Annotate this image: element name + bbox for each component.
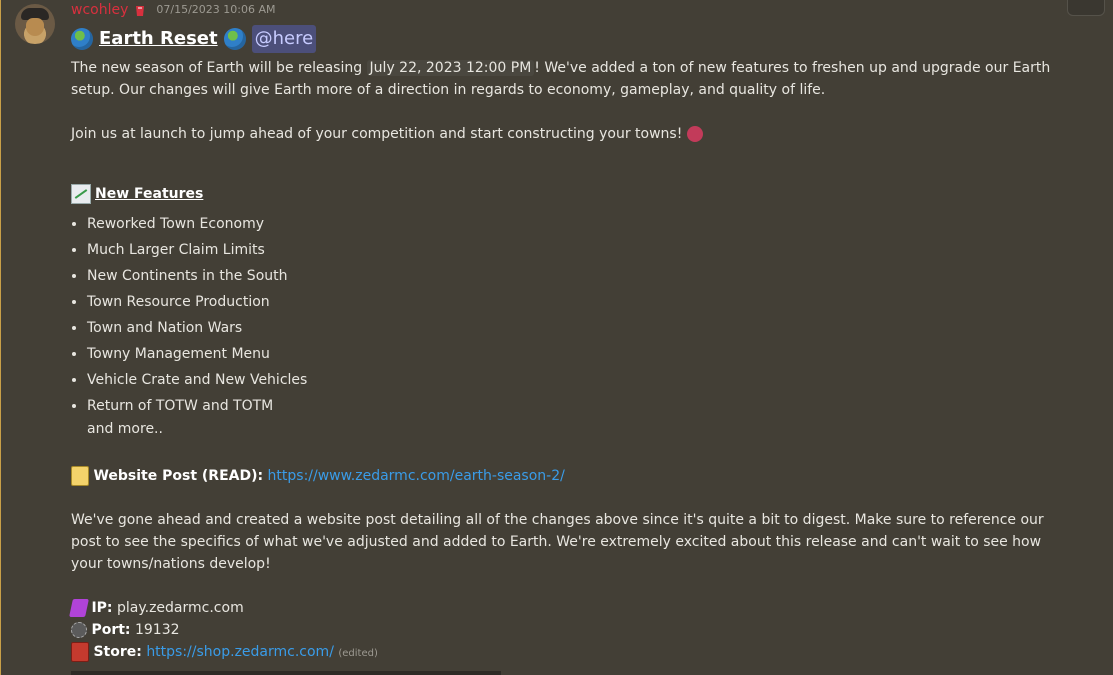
red-diamond-icon xyxy=(134,3,146,17)
list-item: Town Resource Production xyxy=(87,289,1071,315)
list-item: Much Larger Claim Limits xyxy=(87,237,1071,263)
message-content: wcohley 07/15/2023 10:06 AM Earth Reset … xyxy=(69,0,1071,665)
here-mention[interactable]: @here xyxy=(251,25,317,53)
store-link[interactable]: https://shop.zedarmc.com/ xyxy=(146,644,334,660)
release-timestamp[interactable]: July 22, 2023 12:00 PM xyxy=(366,60,535,76)
website-label: Website Post (READ): xyxy=(93,468,264,484)
ip-line: IP: play.zedarmc.com xyxy=(69,597,1071,619)
edited-label: (edited) xyxy=(338,648,378,659)
website-line: Website Post (READ): https://www.zedarmc… xyxy=(71,465,1071,487)
message-timestamp: 07/15/2023 10:06 AM xyxy=(156,3,276,16)
features-heading-label: New Features xyxy=(95,186,204,202)
embed-preview-edge xyxy=(71,671,501,675)
character-emoji-icon xyxy=(686,126,703,142)
message-header: wcohley 07/15/2023 10:06 AM xyxy=(71,0,1071,21)
features-heading: New Features xyxy=(71,183,1071,205)
store-label: Store: xyxy=(93,644,142,660)
join-text: Join us at launch to jump ahead of your … xyxy=(71,126,683,142)
port-label: Port: xyxy=(91,622,131,638)
purple-crystal-icon xyxy=(69,599,89,617)
chart-increasing-icon xyxy=(71,184,91,204)
announcement-title: Earth Reset @here xyxy=(71,25,1071,53)
window-left-border xyxy=(0,0,1,675)
list-item: New Continents in the South xyxy=(87,263,1071,289)
port-line: Port: 19132 xyxy=(71,619,1071,641)
title-text: Earth Reset xyxy=(99,28,218,49)
website-paragraph: We've gone ahead and created a website p… xyxy=(71,512,1044,572)
list-item: Town and Nation Wars xyxy=(87,315,1071,341)
features-more: and more.. xyxy=(87,421,163,437)
store-line: Store: https://shop.zedarmc.com/ (edited… xyxy=(71,641,1071,665)
port-value: 19132 xyxy=(134,622,180,638)
features-list: Reworked Town Economy Much Larger Claim … xyxy=(71,211,1071,419)
avatar-face xyxy=(26,18,44,36)
author-name[interactable]: wcohley xyxy=(71,0,128,21)
join-paragraph: Join us at launch to jump ahead of your … xyxy=(71,123,1071,145)
memo-icon xyxy=(71,466,89,486)
intro-paragraph: The new season of Earth will be releasin… xyxy=(71,57,1071,101)
avatar[interactable] xyxy=(15,4,55,44)
website-link[interactable]: https://www.zedarmc.com/earth-season-2/ xyxy=(268,468,565,484)
globe-icon xyxy=(223,28,246,50)
list-item: Return of TOTW and TOTM xyxy=(87,393,1071,419)
list-item: Reworked Town Economy xyxy=(87,211,1071,237)
message-actions-button[interactable] xyxy=(1067,0,1105,16)
ip-label: IP: xyxy=(91,600,113,616)
gear-icon xyxy=(71,622,87,638)
list-item: Vehicle Crate and New Vehicles xyxy=(87,367,1071,393)
intro-before: The new season of Earth will be releasin… xyxy=(71,60,367,76)
ip-value: play.zedarmc.com xyxy=(116,600,244,616)
list-item: Towny Management Menu xyxy=(87,341,1071,367)
globe-icon xyxy=(71,28,93,50)
chest-icon xyxy=(71,642,89,662)
